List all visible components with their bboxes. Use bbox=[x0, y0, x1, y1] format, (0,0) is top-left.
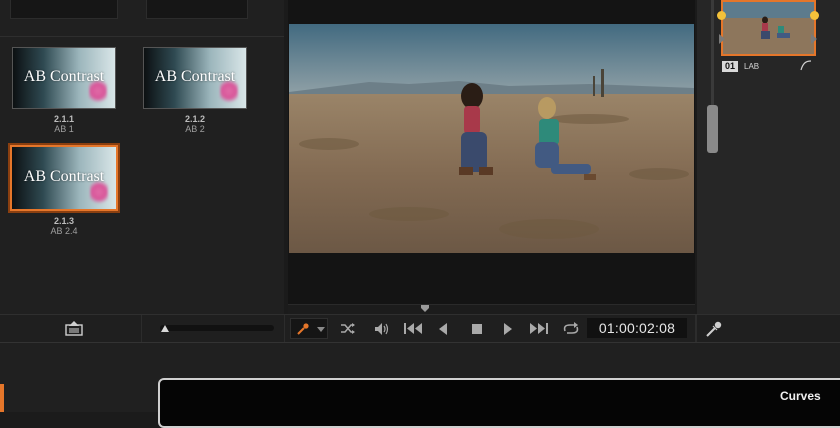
play-icon[interactable] bbox=[503, 323, 513, 335]
timecode-display: 01:00:02:08 bbox=[587, 318, 687, 338]
chevron-down-icon bbox=[317, 327, 325, 332]
thumbnail-title: AB Contrast bbox=[23, 68, 105, 85]
still-thumbnail[interactable]: AB Contrast bbox=[143, 47, 247, 109]
node-preview-image bbox=[723, 2, 814, 54]
grab-still-icon[interactable] bbox=[64, 320, 84, 336]
gallery-divider bbox=[0, 36, 284, 37]
node-thumbnail[interactable] bbox=[721, 0, 816, 56]
stop-icon[interactable] bbox=[471, 323, 483, 335]
gallery-zoom-slider[interactable] bbox=[160, 325, 274, 331]
still-number: 2.1.1 bbox=[53, 114, 75, 124]
playhead-marker[interactable] bbox=[420, 305, 430, 313]
still-thumbnail[interactable]: AB Contrast bbox=[12, 47, 116, 109]
loop-icon[interactable] bbox=[562, 322, 580, 336]
node-number: 01 bbox=[722, 61, 738, 72]
gallery-still-1[interactable]: AB Contrast 2.1.1 AB 1 bbox=[12, 47, 116, 134]
shuffle-icon[interactable] bbox=[340, 322, 356, 335]
gallery-still-3[interactable]: AB Contrast 2.1.3 AB 2.4 bbox=[10, 145, 118, 236]
gallery-top-stub-right bbox=[146, 0, 248, 19]
desert-scene-image bbox=[289, 24, 694, 253]
viewer-image[interactable] bbox=[289, 24, 694, 253]
node-input-handle[interactable] bbox=[717, 11, 726, 20]
still-number: 2.1.2 bbox=[184, 114, 206, 124]
viewer-scrubber[interactable] bbox=[288, 304, 695, 314]
eyedropper-icon bbox=[297, 323, 309, 335]
thumbnail-title: AB Contrast bbox=[23, 168, 105, 185]
node-picker-icon[interactable] bbox=[705, 320, 723, 338]
node-output-handle[interactable] bbox=[810, 11, 819, 20]
slider-thumb[interactable] bbox=[160, 323, 170, 333]
selection-edge-marker bbox=[0, 384, 4, 412]
node-curve-icon bbox=[800, 60, 812, 71]
jump-to-end-icon[interactable] bbox=[529, 322, 549, 335]
toolbar-divider bbox=[284, 315, 285, 342]
node-output-arrow-icon bbox=[811, 34, 817, 44]
curves-panel[interactable] bbox=[158, 378, 840, 428]
jump-to-start-icon[interactable] bbox=[403, 322, 423, 335]
speaker-icon[interactable] bbox=[374, 322, 390, 336]
still-label: AB 2.4 bbox=[50, 226, 78, 236]
play-reverse-icon[interactable] bbox=[438, 323, 448, 335]
still-label: AB 2 bbox=[185, 124, 205, 134]
gallery-top-stub-left bbox=[10, 0, 118, 19]
node-label: LAB bbox=[744, 62, 760, 71]
node-input-arrow-icon bbox=[719, 34, 725, 44]
node-scrollbar[interactable] bbox=[707, 105, 718, 153]
still-thumbnail-selected[interactable]: AB Contrast bbox=[10, 145, 118, 211]
eyedropper-button[interactable] bbox=[290, 318, 328, 339]
toolbar-row bbox=[0, 314, 840, 342]
thumbnail-title: AB Contrast bbox=[154, 68, 236, 85]
gallery-panel: AB Contrast 2.1.1 AB 1 AB Contrast 2.1.2… bbox=[0, 0, 284, 314]
curves-title: Curves bbox=[780, 389, 821, 403]
still-label: AB 1 bbox=[54, 124, 74, 134]
toolbar-divider bbox=[695, 315, 697, 342]
gallery-still-2[interactable]: AB Contrast 2.1.2 AB 2 bbox=[143, 47, 247, 134]
still-number: 2.1.3 bbox=[53, 216, 75, 226]
